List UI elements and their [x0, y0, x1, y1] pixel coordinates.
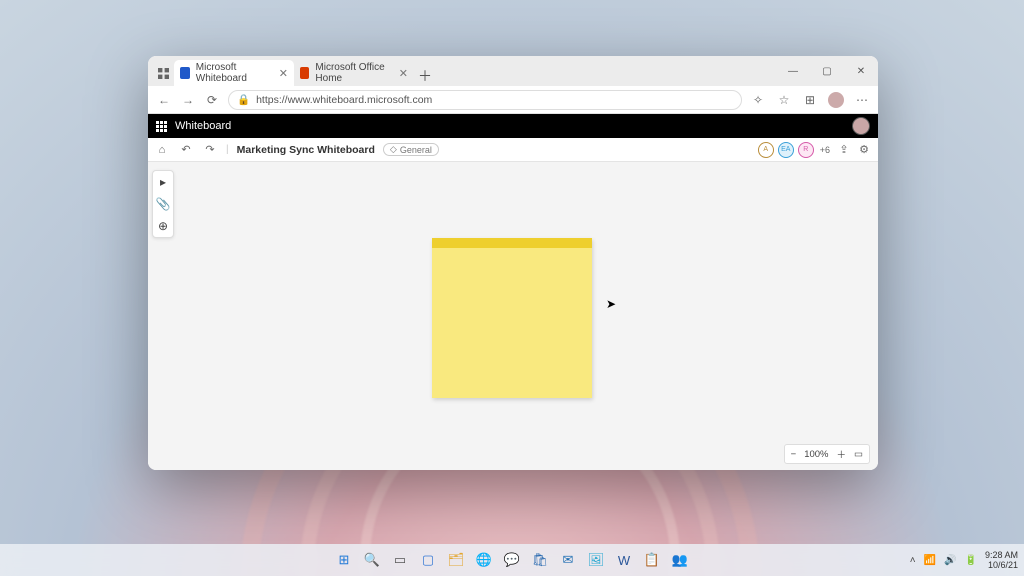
back-button[interactable]: ←	[156, 93, 172, 107]
battery-icon[interactable]: 🔋	[965, 555, 977, 566]
profile-avatar[interactable]	[828, 92, 844, 108]
whiteboard-canvas[interactable]: ▸ 📎 ⊕ ➤ − 100% ＋ ▭	[148, 162, 878, 470]
zoom-level: 100%	[804, 449, 828, 460]
tab-whiteboard[interactable]: Microsoft Whiteboard ✕	[174, 60, 294, 86]
mouse-cursor-icon: ➤	[606, 297, 616, 311]
taskbar-pinned-apps: ⊞ 🔍 ▭ ▢ 🗂 🌐 💬 🛍 ✉ 🖼 W 📋 👥	[333, 549, 691, 571]
windows-taskbar: ⊞ 🔍 ▭ ▢ 🗂 🌐 💬 🛍 ✉ 🖼 W 📋 👥 ˄ 📶 🔊 🔋 9:28 AM 10/6/21	[0, 544, 1024, 576]
account-avatar[interactable]	[852, 117, 870, 135]
more-icon[interactable]: ⋯	[854, 93, 870, 107]
close-window-button[interactable]: ✕	[844, 56, 878, 86]
zoom-in-icon[interactable]: ＋	[837, 447, 847, 461]
home-icon[interactable]: ⌂	[154, 144, 170, 156]
refresh-button[interactable]: ⟳	[204, 93, 220, 107]
taskbar-chat-icon[interactable]: 💬	[501, 549, 523, 571]
tab-strip: Microsoft Whiteboard ✕ Microsoft Office …	[148, 56, 878, 86]
presence-overflow[interactable]: +6	[818, 145, 832, 155]
undo-icon[interactable]: ↶	[178, 143, 194, 156]
volume-icon[interactable]: 🔊	[944, 555, 956, 566]
fit-screen-icon[interactable]: ▭	[854, 449, 863, 460]
presence-avatar[interactable]: A	[758, 142, 774, 158]
url-text: https://www.whiteboard.microsoft.com	[256, 94, 432, 106]
tray-time: 9:28 AM	[985, 550, 1018, 560]
forward-button[interactable]: →	[180, 93, 196, 107]
taskbar-task-view-icon[interactable]: ▭	[389, 549, 411, 571]
side-toolbar: ▸ 📎 ⊕	[152, 170, 174, 238]
browser-toolbar: ← → ⟳ 🔒 https://www.whiteboard.microsoft…	[148, 86, 878, 114]
tab-label: Microsoft Office Home	[315, 62, 392, 84]
favicon-whiteboard-icon	[180, 67, 190, 79]
taskbar-explorer-icon[interactable]: 🗂	[445, 549, 467, 571]
tab-label: Microsoft Whiteboard	[196, 62, 273, 84]
close-tab-icon[interactable]: ✕	[279, 67, 288, 80]
taskbar-mail-icon[interactable]: ✉	[557, 549, 579, 571]
taskbar-search-icon[interactable]: 🔍	[361, 549, 383, 571]
settings-icon[interactable]: ⚙	[856, 143, 872, 156]
presence-avatar[interactable]: R	[798, 142, 814, 158]
address-bar[interactable]: 🔒 https://www.whiteboard.microsoft.com	[228, 90, 742, 110]
clock[interactable]: 9:28 AM 10/6/21	[985, 550, 1018, 570]
tab-actions-icon[interactable]	[152, 60, 174, 86]
edge-browser-window: Microsoft Whiteboard ✕ Microsoft Office …	[148, 56, 878, 470]
tag-label: General	[400, 145, 432, 155]
whiteboard-app-bar: Whiteboard	[148, 114, 878, 138]
add-tool[interactable]: ⊕	[158, 219, 168, 233]
chevron-up-icon[interactable]: ˄	[910, 555, 916, 566]
window-controls: — ▢ ✕	[776, 56, 878, 86]
taskbar-word-icon[interactable]: W	[613, 549, 635, 571]
taskbar-store-icon[interactable]: 🛍	[529, 549, 551, 571]
select-tool[interactable]: ▸	[160, 175, 166, 189]
app-launcher-icon[interactable]	[156, 121, 167, 132]
collections-icon[interactable]: ⊞	[802, 93, 818, 107]
lock-icon: 🔒	[237, 93, 250, 106]
sticky-note[interactable]	[432, 238, 592, 398]
zoom-out-icon[interactable]: −	[791, 449, 797, 460]
tray-date: 10/6/21	[985, 560, 1018, 570]
taskbar-start-icon[interactable]: ⊞	[333, 549, 355, 571]
tag-icon: ◇	[390, 144, 397, 155]
taskbar-edge-icon[interactable]: 🌐	[473, 549, 495, 571]
redo-icon[interactable]: ↷	[202, 143, 218, 156]
app-title: Whiteboard	[175, 120, 231, 132]
system-tray: ˄ 📶 🔊 🔋 9:28 AM 10/6/21	[910, 544, 1018, 576]
board-tag[interactable]: ◇ General	[383, 143, 439, 156]
zoom-control: − 100% ＋ ▭	[784, 444, 870, 464]
taskbar-whiteboard-icon[interactable]: 📋	[641, 549, 663, 571]
wifi-icon[interactable]: 📶	[924, 555, 936, 566]
maximize-button[interactable]: ▢	[810, 56, 844, 86]
attach-tool[interactable]: 📎	[156, 197, 171, 211]
read-aloud-icon[interactable]: ✧	[750, 93, 766, 107]
share-icon[interactable]: ⇪	[836, 143, 852, 156]
tab-office-home[interactable]: Microsoft Office Home ✕	[294, 60, 414, 86]
favicon-office-icon	[300, 67, 309, 79]
close-tab-icon[interactable]: ✕	[399, 67, 408, 80]
taskbar-widgets-icon[interactable]: ▢	[417, 549, 439, 571]
board-title[interactable]: Marketing Sync Whiteboard	[237, 144, 375, 156]
minimize-button[interactable]: —	[776, 56, 810, 86]
whiteboard-toolbar: ⌂ ↶ ↷ | Marketing Sync Whiteboard ◇ Gene…	[148, 138, 878, 162]
taskbar-photos-icon[interactable]: 🖼	[585, 549, 607, 571]
new-tab-button[interactable]: ＋	[414, 66, 436, 86]
presence-avatar[interactable]: EA	[778, 142, 794, 158]
taskbar-teams-icon[interactable]: 👥	[669, 549, 691, 571]
favorites-icon[interactable]: ☆	[776, 93, 792, 107]
